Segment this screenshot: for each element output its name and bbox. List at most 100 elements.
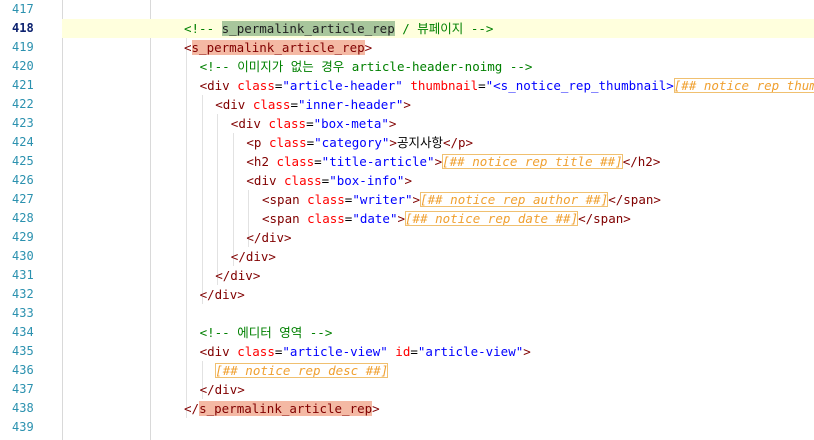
code-token: "box-info" [329,173,405,188]
code-line[interactable]: </div> [62,285,814,304]
code-token: [##_notice_rep_date_##] [405,211,579,226]
line-number: 427 [12,192,34,206]
code-token: </div> [230,249,276,264]
code-line[interactable]: <div class="inner-header"> [62,95,814,114]
code-line[interactable]: </div> [62,266,814,285]
code-token: = [314,154,322,169]
code-line-content: <h2 class="title-article">[##_notice_rep… [246,152,660,171]
code-token: </p> [442,135,474,150]
code-line[interactable]: <s_permalink_article_rep> [62,38,814,57]
code-token: "<s_notice_rep_thumbnail> [485,78,674,93]
code-token: "title-article" [321,154,435,169]
code-line[interactable] [62,0,814,19]
code-token: s_permalink_article_rep [199,401,373,416]
line-number: 434 [12,325,34,339]
code-line-content: [##_notice_rep_desc_##] [215,361,389,380]
code-line[interactable]: <span class="date">[##_notice_rep_date_#… [62,209,814,228]
code-line[interactable]: <!-- 이미지가 없는 경우 article-header-noimg --> [62,57,814,76]
line-number-gutter: 417 418 419 420 421 422 423 424 425 426 427 428 429 4… [0,0,56,440]
code-line[interactable] [62,304,814,323]
code-line-content: </div> [200,285,245,304]
code-token: class [237,344,275,359]
code-editor[interactable]: 417 418 419 420 421 422 423 424 425 426 427 428 429 4… [0,0,814,440]
code-token: class [268,116,307,131]
code-token: > [412,192,421,207]
code-token: > [523,344,531,359]
line-number: 422 [12,97,34,111]
line-number: 431 [12,268,34,282]
code-line-content: <div class="inner-header"> [215,95,411,114]
line-number: 429 [12,230,34,244]
code-token: <h2 [246,154,277,169]
code-line-content: <!-- 이미지가 없는 경우 article-header-noimg --> [200,57,533,76]
code-token: <div [230,116,269,131]
line-number: 433 [12,306,34,320]
code-token: </ [184,401,200,416]
line-number: 418 [12,21,34,35]
code-line[interactable]: </div> [62,380,814,399]
code-line[interactable] [62,418,814,437]
code-token: "writer" [352,192,413,207]
code-token: > [389,135,397,150]
code-line[interactable]: <!-- s_permalink_article_rep / 뷰페이지 --> [62,19,814,38]
code-line-content: <div class="article-header" thumbnail="<… [200,76,814,95]
code-token: = [306,135,315,150]
code-line-content: <div class="box-info"> [246,171,412,190]
code-line[interactable]: <div class="box-meta"> [62,114,814,133]
code-token: s_permalink_article_rep [221,21,395,36]
line-number: 417 [12,2,34,16]
code-token: </span> [578,211,631,226]
code-token: [##_notice_rep_author_##] [420,192,609,207]
code-line-content: </div> [246,228,291,247]
code-line-content: <div class="box-meta"> [231,114,397,133]
code-token: <p [246,135,269,150]
code-token: > [404,173,412,188]
code-area[interactable]: <!-- s_permalink_article_rep / 뷰페이지 --> <… [62,0,814,440]
line-number: 419 [12,40,34,54]
code-token: > [397,211,406,226]
code-token: > [388,116,397,131]
line-number: 438 [12,401,34,415]
code-token: id [395,344,411,359]
code-line-content: <div class="article-view" id="article-vi… [200,342,531,361]
code-line-content: <span class="date">[##_notice_rep_date_#… [262,209,631,228]
code-token: <div [246,173,285,188]
code-token: thumbnail [410,78,479,93]
code-line[interactable]: <span class="writer">[##_notice_rep_auth… [62,190,814,209]
code-line-content: </div> [231,247,276,266]
code-token: class [268,135,307,150]
code-token: > [434,154,443,169]
code-line[interactable]: <p class="category">공지사항</p> [62,133,814,152]
code-line[interactable]: [##_notice_rep_desc_##] [62,361,814,380]
code-line-content: <p class="category">공지사항</p> [246,133,473,152]
code-token: </h2> [622,154,661,169]
code-token: s_permalink_article_rep [191,40,365,55]
code-token: class [307,192,345,207]
code-token: "category" [314,135,390,150]
code-token: 공지사항 [396,135,443,150]
code-token: > [372,401,380,416]
code-line[interactable]: </div> [62,247,814,266]
code-token: "box-meta" [313,116,389,131]
code-token: <!-- 이미지가 없는 경우 article-header-noimg --> [199,59,533,74]
code-line-content: </div> [200,380,245,399]
code-token: / 뷰페이지 --> [394,21,494,36]
code-line[interactable]: <div class="box-info"> [62,171,814,190]
code-line[interactable]: <div class="article-view" id="article-vi… [62,342,814,361]
line-number: 423 [12,116,34,130]
code-token: <div [199,344,238,359]
line-number: 430 [12,249,34,263]
code-token: </span> [608,192,661,207]
code-line[interactable]: </s_permalink_article_rep> [62,399,814,418]
code-line[interactable]: </div> [62,228,814,247]
code-line-content: <!-- 에디터 영역 --> [200,323,333,342]
code-line[interactable]: <div class="article-header" thumbnail="<… [62,76,814,95]
code-token: [##_notice_rep_title_##] [442,154,623,169]
code-token: <!-- [184,21,222,36]
code-token: [##_notice_rep_thumbnail_url_##] [673,78,814,93]
code-token: "article-view" [282,344,388,359]
code-token: </div> [246,230,292,245]
code-token: class [237,78,275,93]
code-line[interactable]: <h2 class="title-article">[##_notice_rep… [62,152,814,171]
code-line[interactable]: <!-- 에디터 영역 --> [62,323,814,342]
